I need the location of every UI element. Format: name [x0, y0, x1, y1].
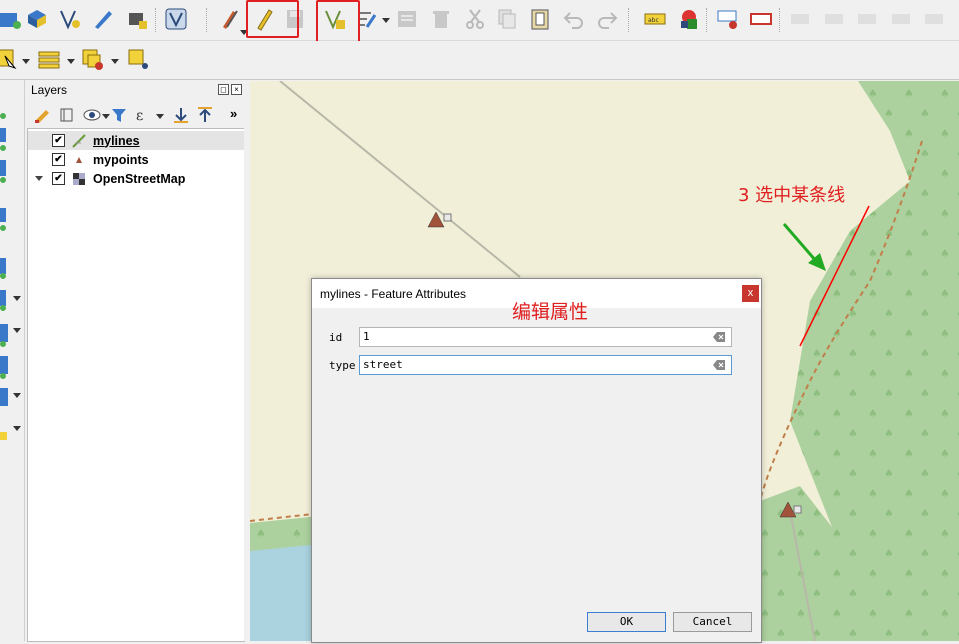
main-toolbar: abc: [0, 0, 959, 41]
select-icon[interactable]: [0, 45, 22, 75]
label-tools-icon[interactable]: [853, 4, 883, 34]
hide-label-icon[interactable]: [746, 4, 776, 34]
ok-button[interactable]: OK: [587, 612, 666, 632]
layer-name: OpenStreetMap: [93, 171, 186, 186]
raster-layer-icon: [73, 172, 85, 185]
svg-text:abc: abc: [648, 17, 659, 24]
undo-icon[interactable]: [559, 4, 589, 34]
layer-row-mylines[interactable]: ✔ mylines: [28, 131, 244, 150]
pin-label-icon[interactable]: [713, 4, 743, 34]
close-panel-icon[interactable]: ×: [231, 84, 242, 95]
modify-attributes-icon[interactable]: [392, 4, 422, 34]
layer-row-openstreetmap[interactable]: ✔ OpenStreetMap: [28, 169, 244, 188]
field-value: 1: [363, 330, 370, 343]
layer-name: mypoints: [93, 152, 149, 167]
add-layer-icon[interactable]: [22, 4, 52, 34]
visibility-icon[interactable]: [83, 106, 101, 124]
digitize-icon[interactable]: [0, 4, 24, 34]
vertex-editor-icon[interactable]: [161, 4, 191, 34]
type-field[interactable]: street: [359, 355, 732, 375]
filter-expression-icon[interactable]: ε: [134, 106, 152, 124]
label-tools-icon[interactable]: [820, 4, 850, 34]
filter-icon[interactable]: [110, 106, 128, 124]
copy-icon[interactable]: [492, 4, 522, 34]
layer-visibility-checkbox[interactable]: ✔: [52, 134, 65, 147]
attribute-table-icon[interactable]: [34, 45, 64, 75]
style-manager-icon[interactable]: [34, 106, 52, 124]
redo-icon[interactable]: [592, 4, 622, 34]
pen-icon[interactable]: [88, 4, 118, 34]
field-label: id: [329, 331, 343, 344]
float-panel-icon[interactable]: ◻: [218, 84, 229, 95]
feature-attributes-dialog: mylines - Feature Attributes x 编辑属性 id 1…: [311, 278, 762, 643]
label-tools-icon[interactable]: [786, 4, 816, 34]
svg-text:ε: ε: [136, 108, 143, 124]
label-icon[interactable]: abc: [640, 4, 670, 34]
selection-toolbar: [0, 41, 959, 80]
field-label: type: [329, 359, 356, 372]
more-tools-button[interactable]: »: [230, 106, 237, 121]
clear-icon[interactable]: [713, 360, 725, 370]
layer-row-mypoints[interactable]: ✔ mypoints: [28, 150, 244, 169]
dialog-title: mylines - Feature Attributes: [320, 287, 467, 301]
label-tools-icon[interactable]: [920, 4, 950, 34]
expand-all-icon[interactable]: [172, 106, 190, 124]
cancel-button[interactable]: Cancel: [673, 612, 752, 632]
vertex-tool-icon[interactable]: [55, 4, 85, 34]
layers-toolbar: ε »: [26, 102, 244, 128]
close-button[interactable]: x: [742, 285, 759, 302]
style-icon[interactable]: [674, 4, 704, 34]
deselect-icon[interactable]: [78, 45, 108, 75]
id-field[interactable]: 1: [359, 327, 732, 347]
add-group-icon[interactable]: [58, 106, 76, 124]
annotation-edit-attributes: 编辑属性: [512, 301, 589, 323]
measure-icon[interactable]: [124, 45, 154, 75]
cut-icon[interactable]: [460, 4, 490, 34]
chip-icon[interactable]: [122, 4, 152, 34]
collapse-arrow-icon[interactable]: [35, 176, 43, 181]
layers-panel: Layers ◻ × ε » ✔ mylines ✔ mypoints ✔ Op…: [26, 80, 245, 642]
layers-panel-title: Layers: [31, 83, 68, 97]
line-layer-icon: [72, 133, 86, 148]
layers-tree: ✔ mylines ✔ mypoints ✔ OpenStreetMap: [27, 128, 245, 642]
point-layer-icon: [76, 156, 82, 163]
collapse-all-icon[interactable]: [196, 106, 214, 124]
field-row-id: id 1: [312, 327, 761, 349]
delete-icon[interactable]: [426, 4, 456, 34]
annotation-select-line: 3 选中某条线: [738, 185, 846, 206]
layer-visibility-checkbox[interactable]: ✔: [52, 172, 65, 185]
label-tools-icon[interactable]: [887, 4, 917, 34]
layer-name: mylines: [93, 133, 140, 148]
paste-icon[interactable]: [525, 4, 555, 34]
field-row-type: type street: [312, 355, 761, 377]
highlight-box-2: [316, 0, 360, 44]
side-toolbar: [0, 80, 25, 641]
highlight-box-1: [246, 0, 299, 38]
layer-visibility-checkbox[interactable]: ✔: [52, 153, 65, 166]
field-value: street: [363, 358, 403, 371]
clear-icon[interactable]: [713, 332, 725, 342]
